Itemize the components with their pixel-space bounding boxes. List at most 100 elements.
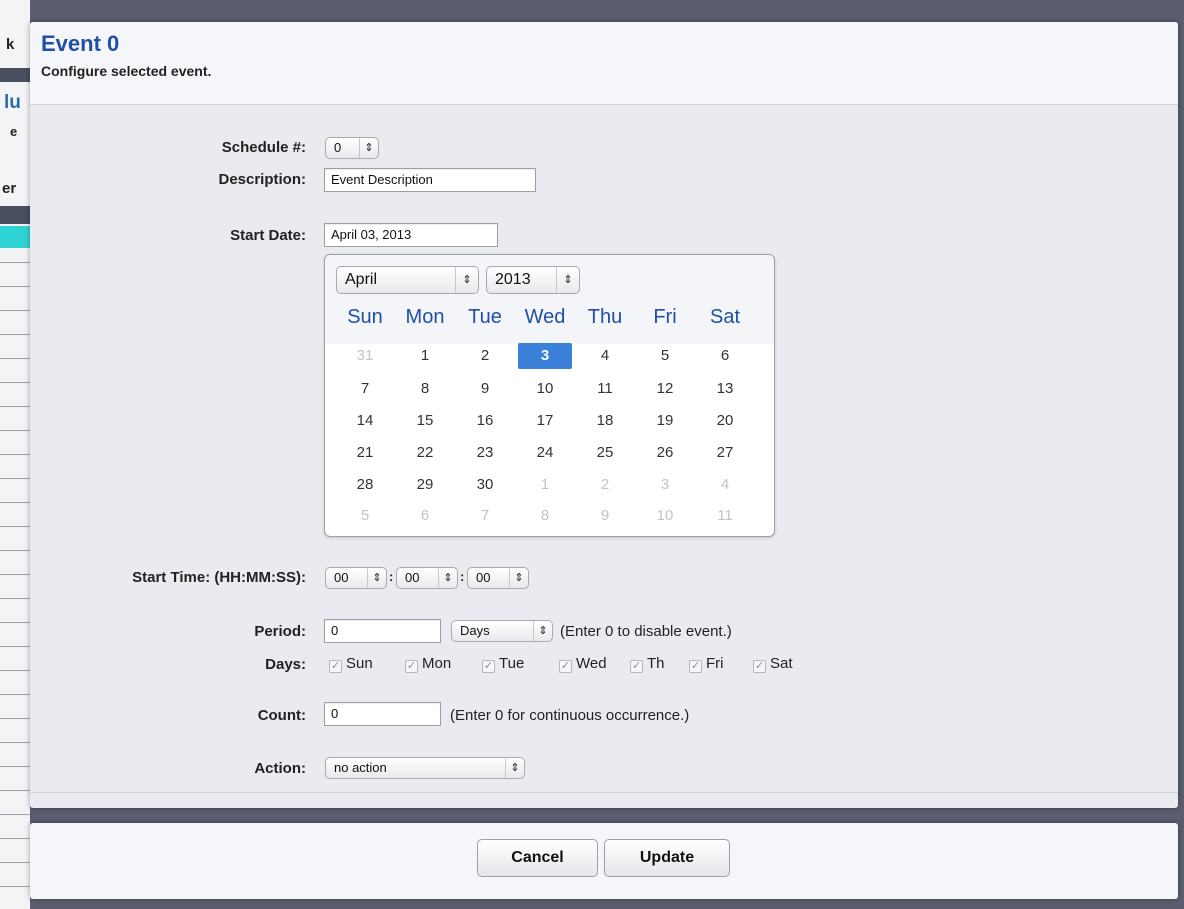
calendar-day[interactable]: 17 <box>518 408 572 434</box>
background-row-line <box>0 262 30 263</box>
calendar-day[interactable]: 4 <box>578 343 632 369</box>
calendar-day[interactable]: 10 <box>638 503 692 529</box>
start-time-label: Start Time: (HH:MM:SS): <box>132 569 306 586</box>
calendar-day[interactable]: 6 <box>698 343 752 369</box>
action-select[interactable]: no action ⇕ <box>325 757 525 779</box>
count-hint: (Enter 0 for continuous occurrence.) <box>450 707 690 724</box>
minute-select[interactable]: 00 ⇕ <box>396 567 458 589</box>
update-button[interactable]: Update <box>604 839 730 877</box>
updown-arrow-icon: ⇕ <box>367 568 386 588</box>
calendar-day[interactable]: 4 <box>698 472 752 498</box>
calendar-day[interactable]: 20 <box>698 408 752 434</box>
calendar-day[interactable]: 1 <box>398 343 452 369</box>
calendar-day[interactable]: 2 <box>578 472 632 498</box>
calendar-day[interactable]: 30 <box>458 472 512 498</box>
background-row-line <box>0 814 30 815</box>
background-row-line <box>0 478 30 479</box>
calendar-day[interactable]: 18 <box>578 408 632 434</box>
day-checkbox-sat[interactable]: ✓ Sat <box>753 655 793 673</box>
calendar-day[interactable]: 9 <box>458 376 512 402</box>
day-checkbox-wed[interactable]: ✓ Wed <box>559 655 607 673</box>
period-unit-select[interactable]: Days ⇕ <box>451 620 553 642</box>
second-select[interactable]: 00 ⇕ <box>467 567 529 589</box>
calendar-day[interactable]: 28 <box>338 472 392 498</box>
calendar-day[interactable]: 7 <box>458 503 512 529</box>
calendar-day[interactable]: 5 <box>638 343 692 369</box>
cancel-button[interactable]: Cancel <box>477 839 598 877</box>
calendar-day[interactable]: 12 <box>638 376 692 402</box>
weekday-header: Sat <box>709 306 741 328</box>
background-row-line <box>0 286 30 287</box>
background-heading: lu <box>4 92 21 113</box>
calendar-day[interactable]: 2 <box>458 343 512 369</box>
calendar-day[interactable]: 11 <box>578 376 632 402</box>
weekday-header: Mon <box>405 306 445 328</box>
background-row-line <box>0 886 30 887</box>
calendar-day[interactable]: 6 <box>398 503 452 529</box>
calendar-day[interactable]: 3 <box>638 472 692 498</box>
background-row-line <box>0 598 30 599</box>
background-row-line <box>0 742 30 743</box>
calendar-day[interactable]: 29 <box>398 472 452 498</box>
calendar-day[interactable]: 10 <box>518 376 572 402</box>
day-checkbox-label: Th <box>647 655 665 672</box>
calendar-day[interactable]: 11 <box>698 503 752 529</box>
calendar-day[interactable]: 5 <box>338 503 392 529</box>
period-unit-value: Days <box>460 623 490 638</box>
weekday-header: Wed <box>524 306 566 328</box>
dialog-title: Event 0 <box>41 31 120 56</box>
background-row-line <box>0 430 30 431</box>
updown-arrow-icon: ⇕ <box>533 621 552 641</box>
updown-arrow-icon: ⇕ <box>556 267 579 293</box>
background-row-line <box>0 502 30 503</box>
day-checkbox-fri[interactable]: ✓ Fri <box>689 655 724 673</box>
dialog-footer: Cancel Update <box>30 823 1178 899</box>
background-text: k <box>6 36 15 53</box>
calendar-day[interactable]: 23 <box>458 440 512 466</box>
period-input[interactable]: 0 <box>324 619 441 643</box>
weekday-header: Thu <box>587 306 623 328</box>
calendar-day[interactable]: 22 <box>398 440 452 466</box>
calendar-day[interactable]: 26 <box>638 440 692 466</box>
day-checkbox-tue[interactable]: ✓ Tue <box>482 655 524 673</box>
count-input[interactable]: 0 <box>324 702 441 726</box>
calendar-day[interactable]: 8 <box>398 376 452 402</box>
calendar-day[interactable]: 19 <box>638 408 692 434</box>
checkmark-icon: ✓ <box>482 660 495 673</box>
background-row-line <box>0 310 30 311</box>
start-date-input[interactable]: April 03, 2013 <box>324 223 498 247</box>
day-checkbox-th[interactable]: ✓ Th <box>630 655 665 673</box>
calendar-day[interactable]: 14 <box>338 408 392 434</box>
schedule-select[interactable]: 0 ⇕ <box>325 137 379 159</box>
day-checkbox-sun[interactable]: ✓ Sun <box>329 655 373 673</box>
updown-arrow-icon: ⇕ <box>455 267 478 293</box>
divider <box>30 792 1178 793</box>
hour-select[interactable]: 00 ⇕ <box>325 567 387 589</box>
description-input[interactable]: Event Description <box>324 168 536 192</box>
calendar-day[interactable]: 21 <box>338 440 392 466</box>
weekday-header: Sun <box>347 306 383 328</box>
year-select[interactable]: 2013 ⇕ <box>486 266 580 294</box>
calendar-day[interactable]: 8 <box>518 503 572 529</box>
calendar-day[interactable]: 24 <box>518 440 572 466</box>
calendar-day[interactable]: 16 <box>458 408 512 434</box>
time-separator: : <box>460 569 465 584</box>
calendar-day[interactable]: 7 <box>338 376 392 402</box>
schedule-value: 0 <box>334 140 342 155</box>
month-select[interactable]: April ⇕ <box>336 266 479 294</box>
calendar-day[interactable]: 13 <box>698 376 752 402</box>
calendar-day[interactable]: 31 <box>338 343 392 369</box>
time-separator: : <box>389 569 394 584</box>
calendar-day[interactable]: 15 <box>398 408 452 434</box>
action-value: no action <box>334 760 387 775</box>
calendar-day[interactable]: 27 <box>698 440 752 466</box>
hour-value: 00 <box>334 570 349 585</box>
calendar-day-selected[interactable]: 3 <box>518 343 572 369</box>
background-bar <box>0 68 30 82</box>
updown-arrow-icon: ⇕ <box>438 568 457 588</box>
weekday-header: Fri <box>653 306 677 328</box>
day-checkbox-mon[interactable]: ✓ Mon <box>405 655 451 673</box>
calendar-day[interactable]: 25 <box>578 440 632 466</box>
calendar-day[interactable]: 1 <box>518 472 572 498</box>
calendar-day[interactable]: 9 <box>578 503 632 529</box>
